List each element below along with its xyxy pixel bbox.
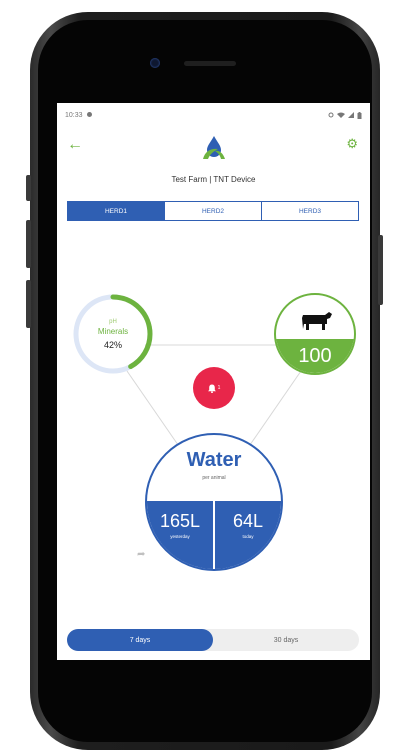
app-screen: 10:33 ← ⚙ Test Farm | TNT Device HERD1 H… (57, 103, 370, 660)
herd-count: 100 (276, 339, 354, 373)
share-icon[interactable]: ➦ (137, 549, 145, 560)
minerals-percent: 42% (103, 339, 122, 350)
toggle-30-days[interactable]: 30 days (213, 629, 359, 651)
minerals-gauge[interactable]: pH Minerals 42% (72, 293, 154, 375)
alert-count: 1 (217, 385, 221, 391)
toggle-7-days[interactable]: 7 days (67, 629, 213, 651)
phone-side-button (26, 175, 31, 201)
water-subtitle: per animal (202, 475, 226, 481)
cow-icon (302, 312, 332, 330)
alert-button[interactable]: 1 (193, 367, 235, 409)
water-yesterday: 165L yesterday (147, 501, 213, 569)
water-today-value: 64L (232, 511, 264, 531)
minerals-text-group: pH Minerals 42% (72, 293, 154, 375)
phone-volume-up-button (26, 220, 31, 268)
phone-power-button (378, 235, 383, 305)
water-yesterday-label: yesterday (170, 534, 190, 539)
minerals-label: Minerals (97, 326, 129, 336)
herd-count-circle[interactable]: 100 (274, 293, 356, 375)
earpiece-speaker (184, 61, 236, 66)
phone-volume-down-button (26, 280, 31, 328)
water-title: Water (186, 449, 242, 471)
water-today: 64L today (213, 501, 281, 569)
minerals-ph-label: pH (109, 318, 117, 325)
bell-icon (207, 384, 216, 393)
water-circle[interactable]: Water per animal 165L yesterday 64L toda… (145, 433, 283, 571)
front-camera (150, 58, 160, 68)
water-yesterday-value: 165L (159, 511, 201, 531)
water-today-label: today (242, 534, 254, 539)
water-values: 165L yesterday 64L today (147, 501, 281, 569)
period-toggle: 7 days 30 days (67, 629, 359, 651)
